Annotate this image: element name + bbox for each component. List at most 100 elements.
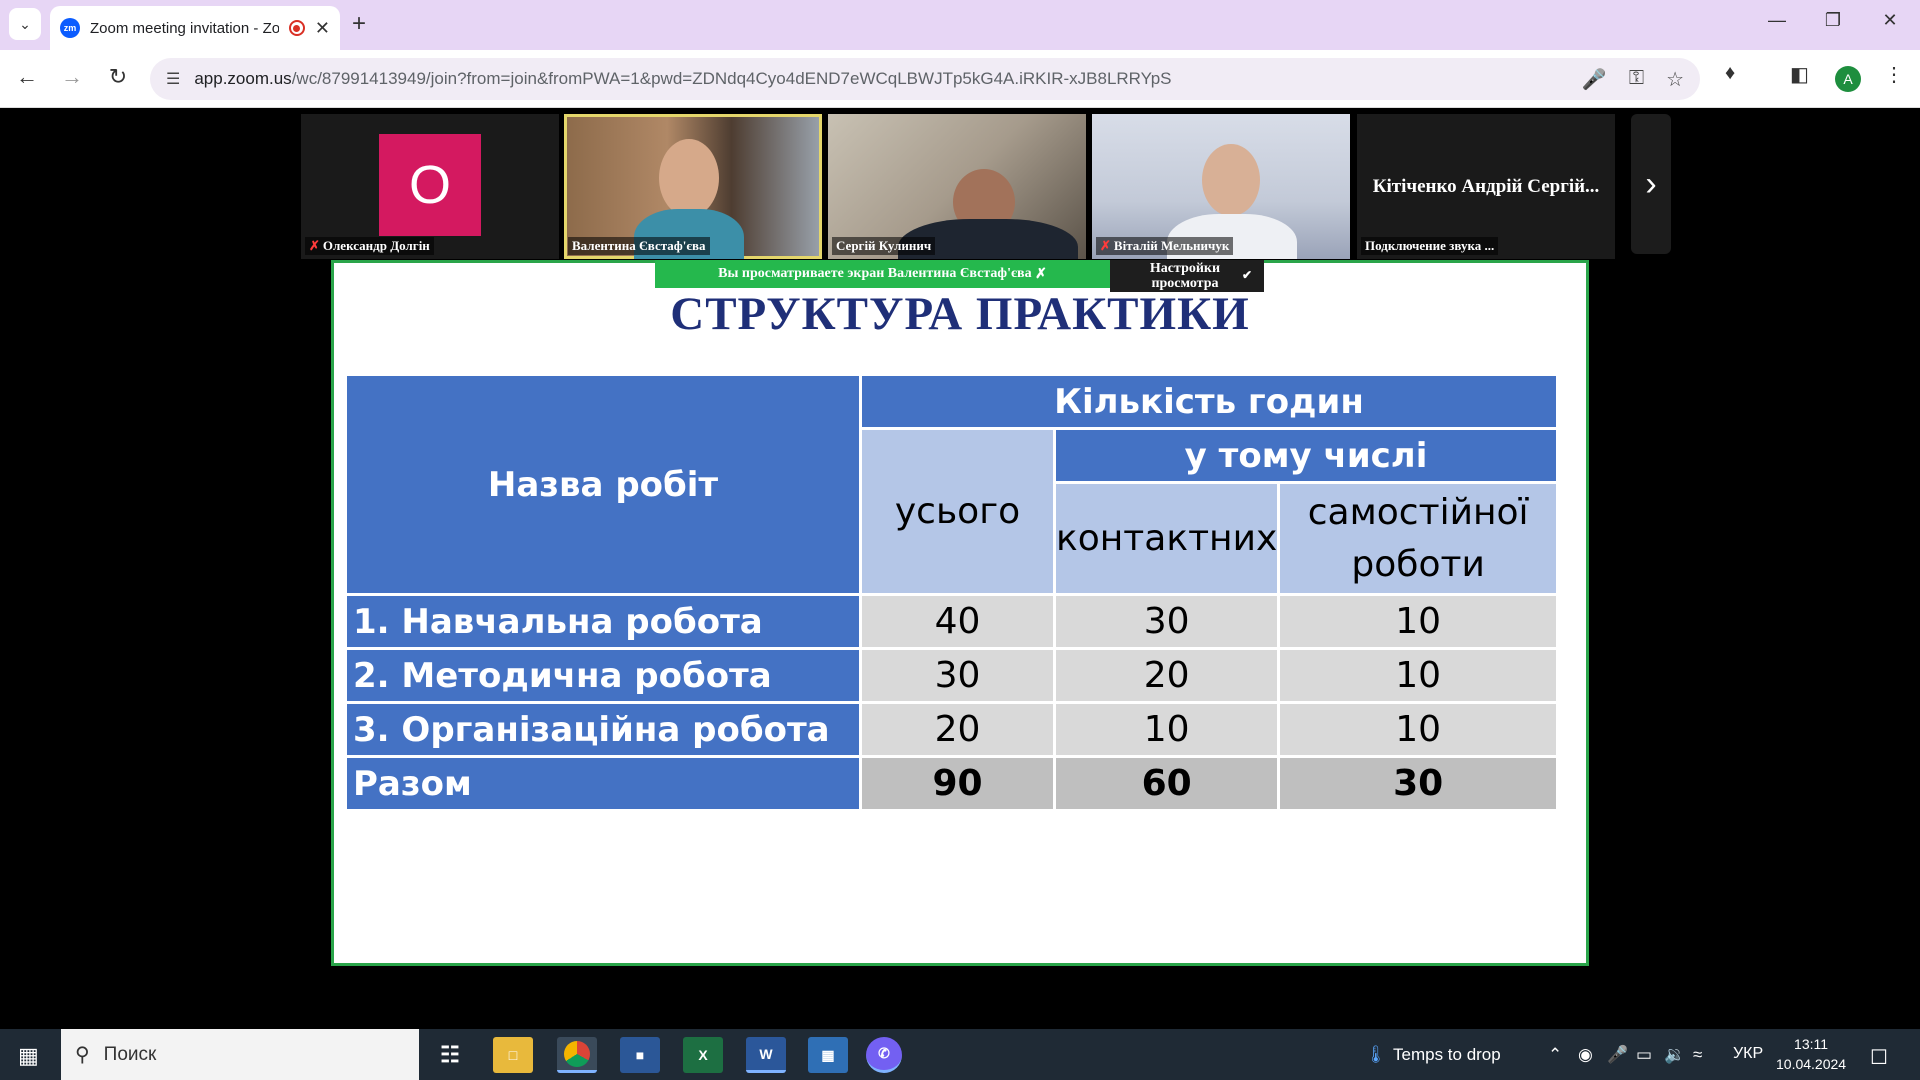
- search-icon: ⚲: [75, 1044, 90, 1066]
- cell-independent: 10: [1277, 701, 1559, 758]
- notifications-icon[interactable]: ☐: [1870, 1045, 1888, 1070]
- volume-icon[interactable]: 🔉: [1664, 1045, 1685, 1065]
- profile-avatar[interactable]: A: [1835, 66, 1861, 92]
- header-contact: контактних: [1052, 481, 1281, 596]
- chevron-down-icon: ⌄: [19, 15, 31, 32]
- task-view-icon[interactable]: ☷: [430, 1037, 470, 1073]
- battery-icon[interactable]: ▭: [1636, 1045, 1652, 1065]
- row-label: 1. Навчальна робота: [344, 593, 862, 650]
- cell-total: 30: [859, 647, 1056, 704]
- participant-avatar: O: [379, 134, 481, 236]
- next-page-chevron-icon[interactable]: ›: [1631, 114, 1671, 254]
- table-row: 3. Організаційна робота 20 10 10: [344, 701, 1559, 758]
- extensions-icon[interactable]: ♦: [1725, 62, 1735, 85]
- cell-total: 90: [859, 755, 1056, 812]
- tray-chevron-up-icon[interactable]: ⌃: [1548, 1045, 1562, 1065]
- table-row: 2. Методична робота 30 20 10: [344, 647, 1559, 704]
- browser-toolbar: ← → ↻ ☰ app.zoom.us /wc/87991413949/join…: [0, 50, 1920, 108]
- participant-name: ✗ Віталій Мельничук: [1096, 237, 1234, 255]
- tab-close-icon[interactable]: ✕: [315, 18, 330, 39]
- cell-contact: 10: [1052, 701, 1281, 758]
- weather-thermometer-icon[interactable]: 🌡: [1365, 1045, 1387, 1065]
- forward-icon[interactable]: →: [57, 64, 87, 90]
- table-row-total: Разом 90 60 30: [344, 755, 1559, 812]
- tray-camera-icon[interactable]: ◉: [1578, 1045, 1593, 1065]
- site-settings-icon[interactable]: ☰: [166, 69, 180, 89]
- excel-icon[interactable]: X: [683, 1037, 723, 1073]
- windows-taskbar: ▦ ⚲ Поиск ☷ □ ■ X W ▦ ✆ 🌡 Temps to drop …: [0, 1029, 1920, 1080]
- screen-share-banner: Вы просматриваете экран Валентина Євстаф…: [655, 260, 1110, 288]
- back-icon[interactable]: ←: [12, 64, 42, 90]
- practice-structure-table: Назва робіт Кількість годин усього у том…: [344, 373, 1559, 812]
- browser-tab[interactable]: zm Zoom meeting invitation - Zoom ✕: [50, 6, 340, 50]
- header-hours: Кількість годин: [859, 373, 1559, 430]
- cell-contact: 60: [1052, 755, 1281, 812]
- clock-date: 10.04.2024: [1776, 1056, 1847, 1072]
- shared-screen: СТРУКТУРА ПРАКТИКИ Назва робіт Кількість…: [331, 260, 1589, 966]
- header-work-name: Назва робіт: [344, 373, 862, 596]
- mic-muted-icon: ✗: [1100, 238, 1111, 253]
- clock-time: 13:11: [1794, 1036, 1829, 1052]
- participant-tile[interactable]: Кітіченко Андрій Сергій... Подключение з…: [1357, 114, 1615, 259]
- browser-tab-bar: ⌄ zm Zoom meeting invitation - Zoom ✕ + …: [0, 0, 1920, 50]
- row-label: Разом: [344, 755, 862, 812]
- participant-tile-active-speaker[interactable]: Валентина Євстаф'єва: [564, 114, 822, 259]
- network-icon[interactable]: ≈: [1693, 1045, 1702, 1065]
- cell-total: 40: [859, 593, 1056, 650]
- header-including: у тому числі: [1053, 427, 1559, 484]
- cell-contact: 20: [1052, 647, 1281, 704]
- participant-video: [1202, 144, 1260, 216]
- participant-tile[interactable]: Сергій Кулинич: [828, 114, 1086, 259]
- zoom-meeting: O ✗ Олександр Долгін Валентина Євстаф'єва…: [0, 109, 1920, 1029]
- checkmark-icon: ✔: [1241, 268, 1252, 282]
- cell-total: 20: [859, 701, 1056, 758]
- key-icon[interactable]: ⚿: [1629, 67, 1644, 92]
- mic-muted-icon: ✗: [309, 238, 320, 253]
- participant-name: ✗ Олександр Долгін: [305, 237, 434, 255]
- header-independent: самостійної роботи: [1277, 481, 1559, 596]
- address-bar[interactable]: ☰ app.zoom.us /wc/87991413949/join?from=…: [150, 58, 1700, 100]
- participant-tile[interactable]: ✗ Віталій Мельничук: [1092, 114, 1350, 259]
- restore-icon[interactable]: ❐: [1818, 10, 1848, 31]
- chrome-icon[interactable]: [557, 1037, 597, 1073]
- cell-independent: 10: [1277, 647, 1559, 704]
- cell-contact: 30: [1052, 593, 1281, 650]
- taskbar-search[interactable]: ⚲ Поиск: [61, 1029, 419, 1080]
- zoom-favicon-icon: zm: [60, 18, 80, 38]
- cell-independent: 30: [1277, 755, 1559, 812]
- side-panel-icon[interactable]: ◧: [1790, 62, 1809, 87]
- participant-tile[interactable]: O ✗ Олександр Долгін: [301, 114, 559, 259]
- view-settings-button[interactable]: Настройки просмотра ✔: [1110, 260, 1264, 292]
- cell-independent: 10: [1277, 593, 1559, 650]
- search-placeholder: Поиск: [103, 1043, 157, 1065]
- windows-start-icon[interactable]: ▦: [18, 1043, 39, 1069]
- tab-search-button[interactable]: ⌄: [9, 8, 41, 40]
- url-path: /wc/87991413949/join?from=join&fromPWA=1…: [291, 69, 1172, 88]
- recording-icon: [288, 20, 305, 36]
- file-explorer-icon[interactable]: □: [493, 1037, 533, 1073]
- view-settings-label: Настройки просмотра: [1149, 261, 1221, 291]
- row-label: 3. Організаційна робота: [344, 701, 862, 758]
- mic-muted-icon: ✗: [1035, 266, 1047, 282]
- language-indicator[interactable]: УКР: [1733, 1045, 1763, 1063]
- word-icon[interactable]: W: [746, 1037, 786, 1073]
- minimize-icon[interactable]: —: [1762, 10, 1792, 31]
- menu-kebab-icon[interactable]: ⋮: [1884, 62, 1904, 87]
- taskbar-clock[interactable]: 13:11 10.04.2024: [1776, 1034, 1846, 1074]
- new-tab-button[interactable]: +: [352, 10, 366, 38]
- tray-microphone-icon[interactable]: 🎤: [1607, 1045, 1628, 1065]
- header-total: усього: [859, 427, 1056, 596]
- participant-name: Сергій Кулинич: [832, 237, 936, 255]
- microphone-icon[interactable]: 🎤: [1582, 67, 1607, 92]
- weather-text[interactable]: Temps to drop: [1393, 1045, 1501, 1065]
- save-app-icon[interactable]: ■: [620, 1037, 660, 1073]
- calculator-icon[interactable]: ▦: [808, 1037, 848, 1073]
- url-host: app.zoom.us: [194, 69, 292, 88]
- tab-title: Zoom meeting invitation - Zoom: [90, 19, 279, 37]
- row-label: 2. Методична робота: [344, 647, 862, 704]
- participant-audio-status: Подключение звука ...: [1361, 237, 1499, 255]
- window-close-icon[interactable]: ✕: [1875, 10, 1905, 31]
- reload-icon[interactable]: ↻: [103, 64, 133, 90]
- viber-icon[interactable]: ✆: [866, 1037, 902, 1073]
- bookmark-star-icon[interactable]: ☆: [1666, 67, 1684, 92]
